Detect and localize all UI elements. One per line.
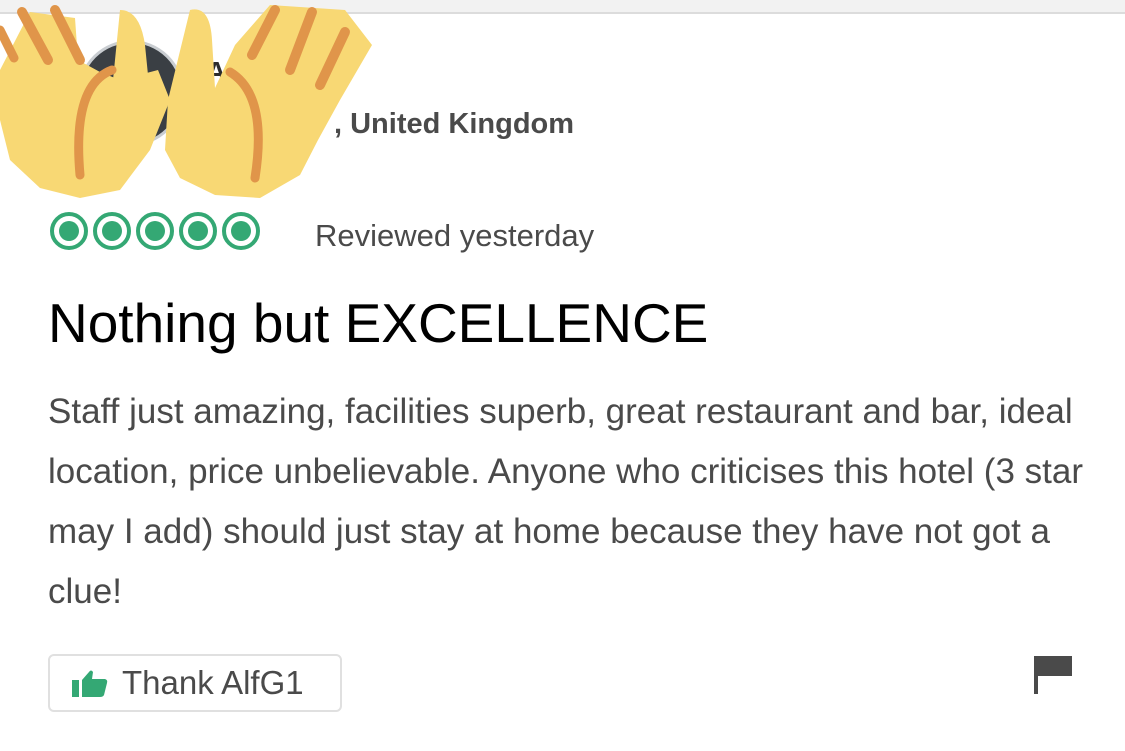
review-title[interactable]: Nothing but EXCELLENCE <box>48 290 708 356</box>
rating-bubble-icon <box>179 212 217 250</box>
review-date: Reviewed yesterday <box>315 218 595 253</box>
raising-hands-emoji <box>0 5 372 198</box>
right-hand-icon <box>165 5 372 198</box>
flag-icon[interactable] <box>1030 654 1074 694</box>
left-hand-icon <box>0 5 170 198</box>
thumbs-up-icon <box>72 670 108 697</box>
review-body: Staff just amazing, facilities superb, g… <box>48 392 1083 611</box>
rating-bubble-icon <box>222 212 260 250</box>
rating-bubble-icon <box>50 212 88 250</box>
reviewer-location: , United Kingdom <box>334 108 575 140</box>
rating-bubble-icon <box>93 212 131 250</box>
rating-bubbles <box>50 212 260 250</box>
thank-label: Thank AlfG1 <box>122 664 304 701</box>
rating-bubble-icon <box>136 212 174 250</box>
thank-button[interactable]: Thank AlfG1 <box>48 654 342 712</box>
